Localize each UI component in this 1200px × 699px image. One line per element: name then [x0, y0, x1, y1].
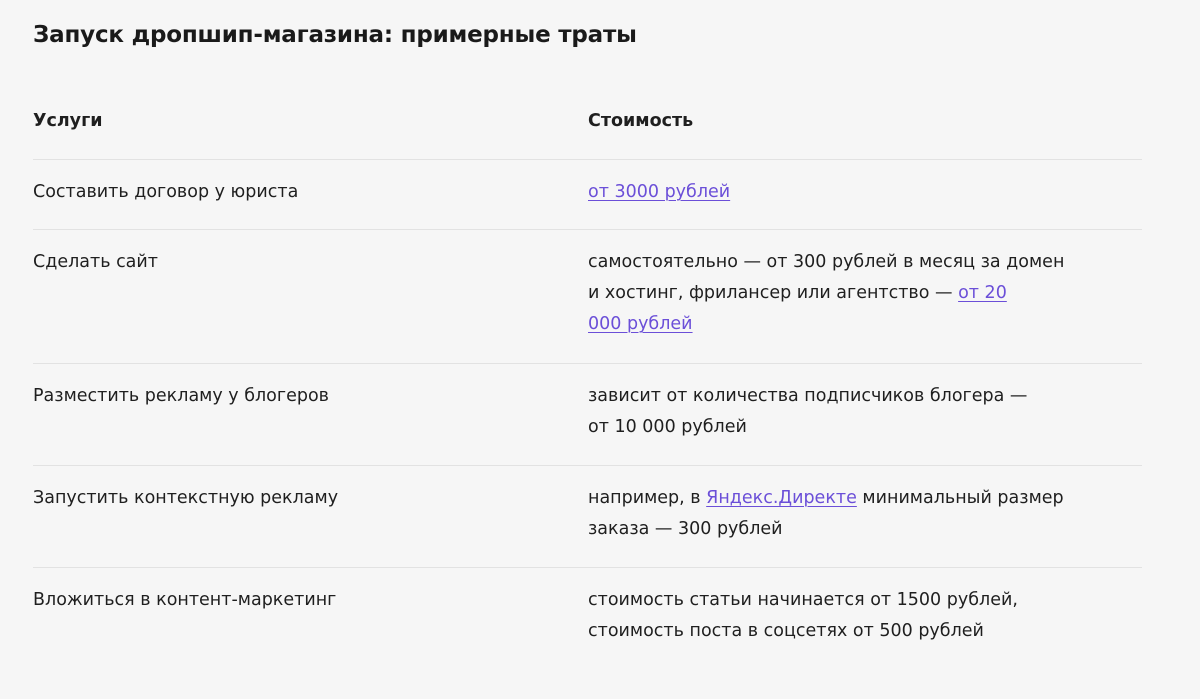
service-cell: Разместить рекламу у блогеров — [33, 386, 329, 406]
cost-text: зависит от количества подписчиков блогер… — [588, 386, 1028, 406]
cost-cell: зависит от количества подписчиков блогер… — [588, 381, 1128, 443]
cost-text: стоимость поста в соцсетях от 500 рублей — [588, 621, 984, 641]
cost-text: от 10 000 рублей — [588, 417, 747, 437]
cost-link[interactable]: от 20 — [958, 283, 1007, 303]
cost-text: стоимость статьи начинается от 1500 рубл… — [588, 590, 1018, 610]
table-row: Сделать сайт самостоятельно — от 300 руб… — [33, 230, 1142, 364]
yandex-direct-link[interactable]: Яндекс.Директе — [706, 488, 857, 508]
cost-cell: самостоятельно — от 300 рублей в месяц з… — [588, 247, 1128, 340]
header-cost: Стоимость — [588, 111, 694, 131]
cost-cell: от 3000 рублей — [588, 177, 1128, 208]
cost-cell: например, в Яндекс.Директе минимальный р… — [588, 483, 1128, 545]
article-section: Запуск дропшип-магазина: примерные траты… — [0, 0, 1200, 699]
costs-table: Услуги Стоимость Составить договор у юри… — [33, 89, 1142, 678]
service-cell: Сделать сайт — [33, 252, 158, 272]
table-row: Запустить контекстную рекламу например, … — [33, 466, 1142, 568]
service-cell: Запустить контекстную рекламу — [33, 488, 339, 508]
cost-text: заказа — 300 рублей — [588, 519, 783, 539]
service-cell: Составить договор у юриста — [33, 182, 299, 202]
cost-text: минимальный размер — [856, 488, 1064, 508]
table-row: Составить договор у юриста от 3000 рубле… — [33, 160, 1142, 230]
table-title: Запуск дропшип-магазина: примерные траты — [33, 22, 637, 48]
service-cell: Вложиться в контент-маркетинг — [33, 590, 337, 610]
table-row: Разместить рекламу у блогеров зависит от… — [33, 364, 1142, 466]
cost-text: например, в — [588, 488, 707, 508]
table-header-row: Услуги Стоимость — [33, 89, 1142, 160]
cost-link[interactable]: от 3000 рублей — [588, 182, 730, 202]
cost-text: самостоятельно — от 300 рублей в месяц з… — [588, 252, 1065, 272]
header-services: Услуги — [33, 111, 103, 131]
cost-cell: стоимость статьи начинается от 1500 рубл… — [588, 585, 1128, 647]
table-row: Вложиться в контент-маркетинг стоимость … — [33, 568, 1142, 678]
cost-link-continued[interactable]: 000 рублей — [588, 314, 693, 334]
cost-text: и хостинг, фрилансер или агентство — — [588, 283, 959, 303]
